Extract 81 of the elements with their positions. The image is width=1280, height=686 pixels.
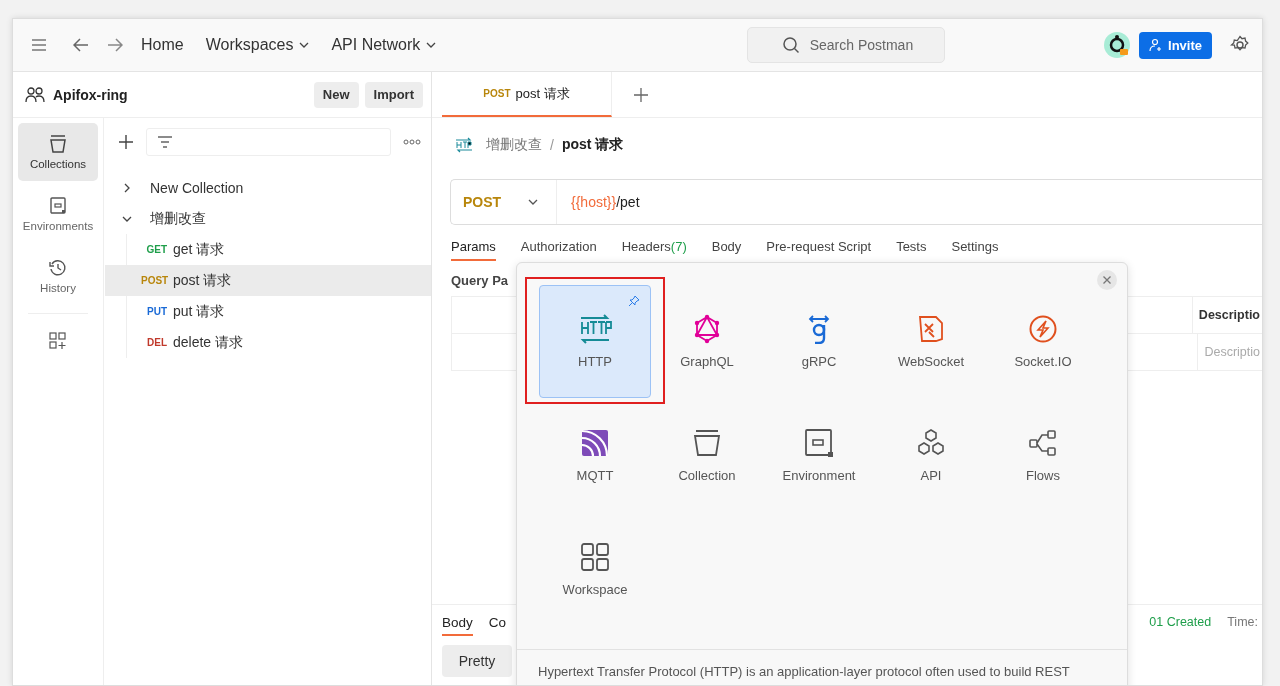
http-icon xyxy=(454,137,474,153)
request-title: post 请求 xyxy=(561,136,624,154)
pin-icon[interactable] xyxy=(628,295,640,307)
sidebar-tab[interactable]: Collections xyxy=(18,123,98,181)
new-item-option[interactable]: Flows xyxy=(987,399,1099,512)
back-arrow-icon[interactable] xyxy=(73,38,89,52)
forward-arrow-icon[interactable] xyxy=(107,38,123,52)
add-user-icon xyxy=(1149,38,1164,52)
new-item-option[interactable]: gRPC xyxy=(763,285,875,398)
request-tab[interactable]: POST post 请求 xyxy=(442,72,612,117)
response-tab[interactable]: Body xyxy=(442,608,473,636)
menu-icon[interactable] xyxy=(31,39,47,51)
add-tab-icon[interactable] xyxy=(634,87,648,102)
nav-link[interactable]: Home xyxy=(141,36,184,54)
breadcrumb-link[interactable]: 增删改查 xyxy=(486,136,542,154)
caret-icon[interactable] xyxy=(426,42,437,48)
request-item[interactable]: DEL delete 请求 xyxy=(105,327,431,358)
request-section-tab[interactable]: Pre-request Script xyxy=(766,239,872,261)
new-item-option[interactable]: Workspace xyxy=(539,513,651,626)
request-name: post 请求 xyxy=(173,271,232,290)
team-icon xyxy=(25,86,45,103)
nav-link[interactable]: Workspaces xyxy=(205,36,294,54)
request-item[interactable]: PUT put 请求 xyxy=(105,296,431,327)
request-section-tab[interactable]: Body xyxy=(711,239,742,261)
nav-link[interactable]: API Network xyxy=(331,36,421,54)
option-description: Hypertext Transfer Protocol (HTTP) is an application-layer protocol often used to build REST xyxy=(517,649,1127,685)
add-icon[interactable] xyxy=(118,134,134,150)
request-item[interactable]: GET get 请求 xyxy=(105,234,431,265)
more-icon[interactable] xyxy=(403,139,421,145)
new-item-option[interactable]: API xyxy=(875,399,987,512)
request-section-tab[interactable]: Headers(7) xyxy=(621,239,687,261)
tab-title: post 请求 xyxy=(515,84,570,103)
collection-name[interactable]: 增删改查 xyxy=(150,209,206,228)
url-field[interactable]: {{host}}/pet xyxy=(557,194,640,210)
avatar-icon[interactable] xyxy=(1103,31,1132,59)
panel-action-button[interactable]: Import xyxy=(364,81,423,108)
sidebar-tab[interactable]: Environments xyxy=(18,185,98,243)
request-name: get 请求 xyxy=(173,240,225,259)
history-icon xyxy=(48,258,68,278)
new-item-option[interactable]: WebSocket xyxy=(875,285,987,398)
filter-field[interactable] xyxy=(146,128,391,156)
caret-icon[interactable] xyxy=(299,42,310,48)
request-section-tab[interactable]: Tests xyxy=(896,239,927,261)
request-item[interactable]: POST post 请求 xyxy=(105,265,431,296)
collection-name[interactable]: New Collection xyxy=(150,179,244,196)
section-label: Query Pa xyxy=(451,273,509,288)
panel-action-button[interactable]: New xyxy=(313,81,359,108)
column-header: Descriptio xyxy=(1191,297,1262,333)
invite-button[interactable]: Invite xyxy=(1139,31,1212,59)
new-item-option[interactable]: Environment xyxy=(763,399,875,512)
time-text: Time: xyxy=(1227,615,1258,629)
request-section-tab[interactable]: Settings xyxy=(951,239,999,261)
method-label: POST xyxy=(141,275,167,286)
status-text: 01 Created xyxy=(1149,615,1212,629)
sidebar-tab[interactable]: History xyxy=(18,247,98,305)
add-widget-icon[interactable] xyxy=(49,332,67,350)
new-item-option[interactable]: HTTP xyxy=(539,285,651,398)
caret-icon[interactable] xyxy=(122,182,132,193)
request-name: put 请求 xyxy=(173,302,225,321)
search-icon xyxy=(781,36,800,54)
method-label: DEL xyxy=(146,337,167,348)
search-field[interactable]: Search Postman xyxy=(746,27,945,63)
new-item-option[interactable]: MQTT xyxy=(539,399,651,512)
request-section-tab[interactable]: Params xyxy=(451,239,496,261)
method-label: POST xyxy=(483,88,511,99)
close-icon[interactable] xyxy=(1097,270,1117,290)
environment-icon xyxy=(49,196,67,216)
filter-icon xyxy=(157,136,173,148)
request-name: delete 请求 xyxy=(173,333,244,352)
workspace-name: Apifox-ring xyxy=(53,86,128,103)
collection-icon xyxy=(49,134,67,154)
new-item-option[interactable]: Collection xyxy=(651,399,763,512)
new-item-option[interactable]: Socket.IO xyxy=(987,285,1099,398)
breadcrumb-separator: / xyxy=(550,137,554,153)
new-item-option[interactable]: GraphQL xyxy=(651,285,763,398)
method-label: PUT xyxy=(146,306,167,317)
caret-icon xyxy=(528,199,538,205)
response-tab[interactable]: Co xyxy=(488,608,507,636)
request-section-tab[interactable]: Authorization xyxy=(520,239,597,261)
format-button[interactable]: Pretty xyxy=(442,645,512,677)
method-label: GET xyxy=(145,244,167,255)
